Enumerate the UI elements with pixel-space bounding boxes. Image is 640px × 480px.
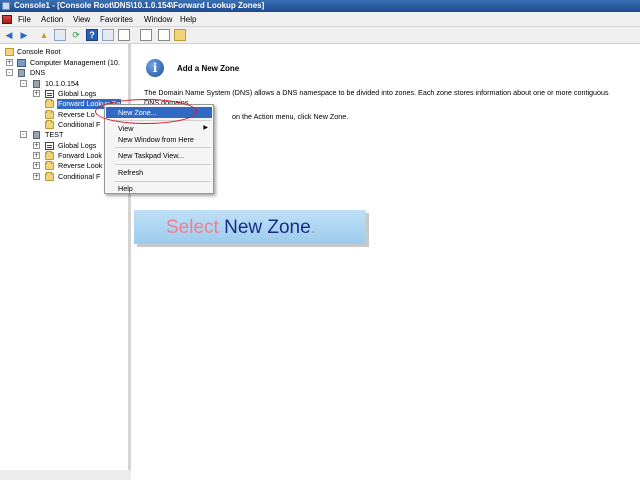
folder-icon bbox=[45, 120, 54, 129]
list-icon[interactable] bbox=[118, 29, 130, 41]
server-icon bbox=[33, 80, 40, 88]
menu-item-new-taskpad[interactable]: New Taskpad View... bbox=[106, 150, 212, 161]
page-title: Add a New Zone bbox=[177, 64, 240, 73]
title-bar: Console1 - [Console Root\DNS\10.1.0.154\… bbox=[0, 0, 640, 12]
collapse-icon[interactable]: - bbox=[6, 69, 13, 76]
folder-icon bbox=[45, 151, 54, 160]
console-root-icon bbox=[5, 48, 14, 56]
menu-item-view-label: View bbox=[118, 124, 134, 133]
menu-bar: File Action View Favorites Window Help bbox=[0, 12, 640, 27]
info-icon: i bbox=[146, 59, 164, 77]
up-icon[interactable]: ▲ bbox=[38, 29, 50, 41]
menu-item-refresh[interactable]: Refresh bbox=[106, 167, 212, 178]
computer-icon bbox=[17, 59, 26, 67]
show-hide-tree-icon[interactable] bbox=[54, 29, 66, 41]
submenu-arrow-icon: ▶ bbox=[203, 125, 208, 131]
instruction-period: . bbox=[310, 217, 316, 238]
refresh-icon[interactable]: ⟳ bbox=[70, 29, 82, 41]
expand-icon[interactable]: + bbox=[33, 162, 40, 169]
horizontal-scrollbar[interactable] bbox=[0, 470, 131, 480]
menu-view[interactable]: View bbox=[73, 15, 90, 24]
instruction-text: Select New Zone. bbox=[166, 217, 316, 239]
export-icon[interactable] bbox=[140, 29, 152, 41]
menu-item-help[interactable]: Help bbox=[106, 183, 212, 194]
back-icon[interactable]: ◀ bbox=[3, 29, 15, 41]
menu-separator bbox=[115, 181, 211, 182]
menu-help[interactable]: Help bbox=[180, 15, 196, 24]
folder-icon bbox=[45, 161, 54, 170]
server-icon bbox=[33, 131, 40, 139]
expand-icon[interactable]: + bbox=[33, 90, 40, 97]
highlight-ring bbox=[95, 99, 197, 124]
menu-separator bbox=[115, 147, 211, 148]
instruction-verb: Select bbox=[166, 217, 219, 238]
menu-favorites[interactable]: Favorites bbox=[100, 15, 133, 24]
menu-action[interactable]: Action bbox=[41, 15, 63, 24]
folder-icon bbox=[45, 99, 54, 108]
new-zone-icon[interactable] bbox=[174, 29, 186, 41]
instruction-callout: Select New Zone. bbox=[134, 210, 366, 244]
expand-icon[interactable]: + bbox=[33, 142, 40, 149]
expand-icon[interactable]: + bbox=[33, 152, 40, 159]
instruction-target: New Zone bbox=[224, 217, 311, 238]
console-app-icon bbox=[2, 2, 10, 10]
instruction-text: on the Action menu, click New Zone. bbox=[232, 112, 349, 121]
window-title: Console1 - [Console Root\DNS\10.1.0.154\… bbox=[14, 1, 265, 10]
properties-icon[interactable] bbox=[102, 29, 114, 41]
folder-icon bbox=[45, 110, 54, 119]
menu-separator bbox=[115, 164, 211, 165]
menu-window[interactable]: Window bbox=[144, 15, 172, 24]
menu-file[interactable]: File bbox=[18, 15, 31, 24]
log-icon bbox=[45, 90, 54, 98]
detail-icon[interactable] bbox=[158, 29, 170, 41]
help-icon[interactable]: ? bbox=[86, 29, 98, 41]
folder-icon bbox=[45, 172, 54, 181]
menu-item-view[interactable]: View ▶ bbox=[106, 123, 212, 134]
expand-icon[interactable]: + bbox=[6, 59, 13, 66]
dns-icon bbox=[18, 69, 25, 77]
menu-item-new-window[interactable]: New Window from Here bbox=[106, 134, 212, 145]
log-icon bbox=[45, 142, 54, 150]
description-text: The Domain Name System (DNS) allows a DN… bbox=[144, 88, 609, 107]
collapse-icon[interactable]: - bbox=[20, 80, 27, 87]
forward-icon[interactable]: ▶ bbox=[18, 29, 30, 41]
collapse-icon[interactable]: - bbox=[20, 131, 27, 138]
mmc-icon[interactable] bbox=[2, 15, 12, 24]
expand-icon[interactable]: + bbox=[33, 173, 40, 180]
toolbar: ◀ ▶ ▲ ⟳ ? bbox=[0, 27, 640, 44]
